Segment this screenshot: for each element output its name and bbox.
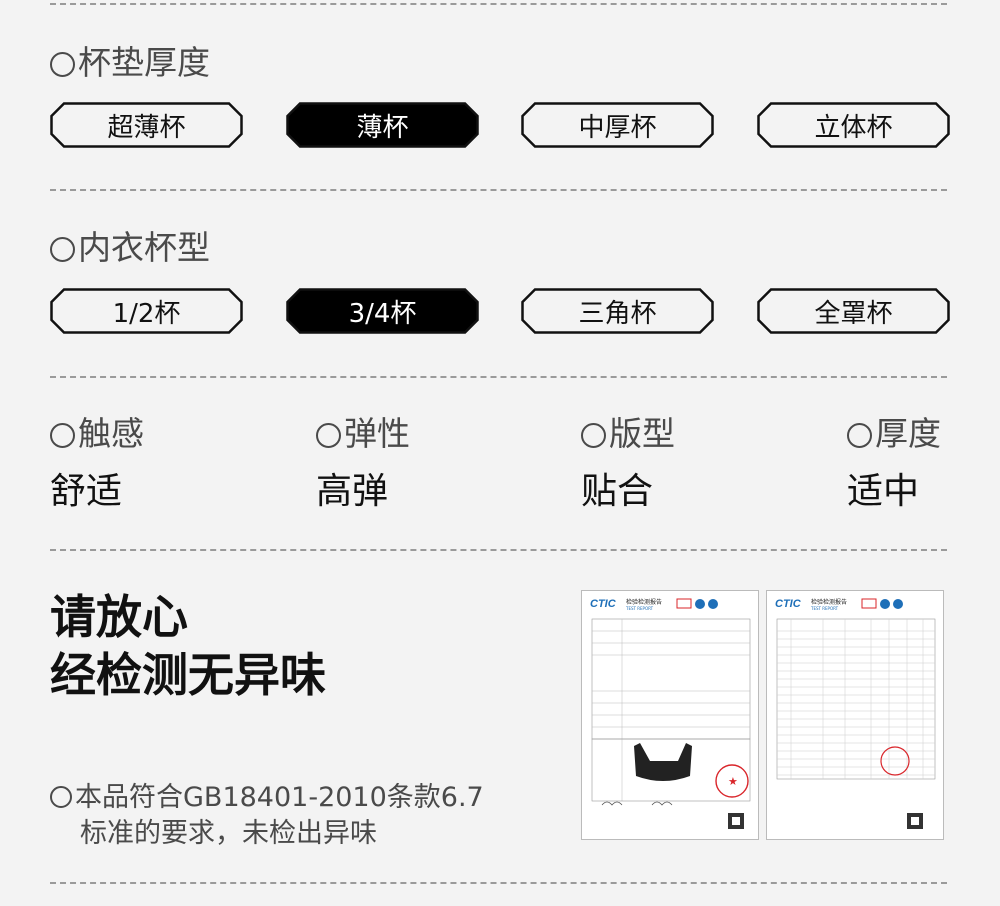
test-report-image: CTIC 检验检测报告 TEST REPORT — [766, 590, 944, 840]
circle-icon — [50, 237, 75, 262]
circle-icon — [847, 423, 872, 448]
report-org-text: 检验检测报告 — [626, 598, 662, 606]
option-label: 中厚杯 — [578, 112, 657, 143]
report-sub-text: TEST REPORT — [810, 606, 839, 611]
cup-thickness-title: 杯垫厚度 — [50, 46, 210, 79]
option-label: 立体杯 — [814, 112, 893, 143]
report-logo-text: CTIC — [775, 598, 802, 610]
prop-label-thickness: 厚度 — [847, 417, 941, 450]
note-line2: 标准的要求，未检出异味 — [80, 818, 377, 849]
headline-line1: 请放心 — [50, 590, 188, 644]
circle-icon — [581, 423, 606, 448]
divider — [50, 549, 947, 551]
report-org-text: 检验检测报告 — [811, 598, 847, 606]
prop-value-thickness: 适中 — [847, 471, 920, 512]
circle-icon — [50, 423, 75, 448]
compliance-note: 本品符合GB18401-2010条款6.7 标准的要求，未检出异味 — [50, 780, 484, 852]
test-report-drawing: CTIC 检验检测报告 TEST REPORT ★ — [590, 598, 751, 829]
divider — [50, 882, 947, 884]
prop-value-touch: 舒适 — [50, 471, 123, 512]
note-line1: 本品符合GB18401-2010条款6.7 — [75, 782, 484, 813]
circle-icon — [50, 786, 72, 808]
option-label: 三角杯 — [578, 298, 657, 329]
circle-icon — [316, 423, 341, 448]
test-report-image: CTIC 检验检测报告 TEST REPORT ★ — [581, 590, 759, 840]
cup-type-title: 内衣杯型 — [50, 231, 210, 264]
circle-icon — [50, 52, 75, 77]
option-label: 全罩杯 — [814, 298, 893, 329]
cup-thickness-title-text: 杯垫厚度 — [78, 43, 210, 82]
option-cup-type[interactable]: 3/4杯 — [286, 288, 479, 334]
svg-text:★: ★ — [728, 775, 738, 788]
divider — [50, 376, 947, 378]
option-cup-type[interactable]: 全罩杯 — [757, 288, 950, 334]
prop-value-fit: 贴合 — [581, 471, 654, 512]
option-label: 超薄杯 — [107, 112, 186, 143]
test-report-drawing: CTIC 检验检测报告 TEST REPORT — [775, 598, 936, 829]
divider — [50, 3, 947, 5]
report-logo-text: CTIC — [590, 598, 617, 610]
option-cup-type[interactable]: 三角杯 — [521, 288, 714, 334]
option-cup-type[interactable]: 1/2杯 — [50, 288, 243, 334]
option-label: 1/2杯 — [112, 298, 181, 329]
prop-label-fit: 版型 — [581, 417, 675, 450]
option-label: 薄杯 — [356, 112, 409, 143]
cup-type-title-text: 内衣杯型 — [78, 228, 210, 267]
report-sub-text: TEST REPORT — [625, 606, 654, 611]
option-cup-thickness[interactable]: 立体杯 — [757, 102, 950, 148]
option-cup-thickness[interactable]: 薄杯 — [286, 102, 479, 148]
prop-value-elasticity: 高弹 — [316, 471, 389, 512]
option-label: 3/4杯 — [348, 298, 417, 329]
option-cup-thickness[interactable]: 中厚杯 — [521, 102, 714, 148]
prop-label-elasticity: 弹性 — [316, 417, 410, 450]
report-table-lines — [777, 619, 935, 779]
prop-label-touch: 触感 — [50, 417, 144, 450]
option-cup-thickness[interactable]: 超薄杯 — [50, 102, 243, 148]
divider — [50, 189, 947, 191]
headline-line2: 经检测无异味 — [50, 648, 326, 702]
